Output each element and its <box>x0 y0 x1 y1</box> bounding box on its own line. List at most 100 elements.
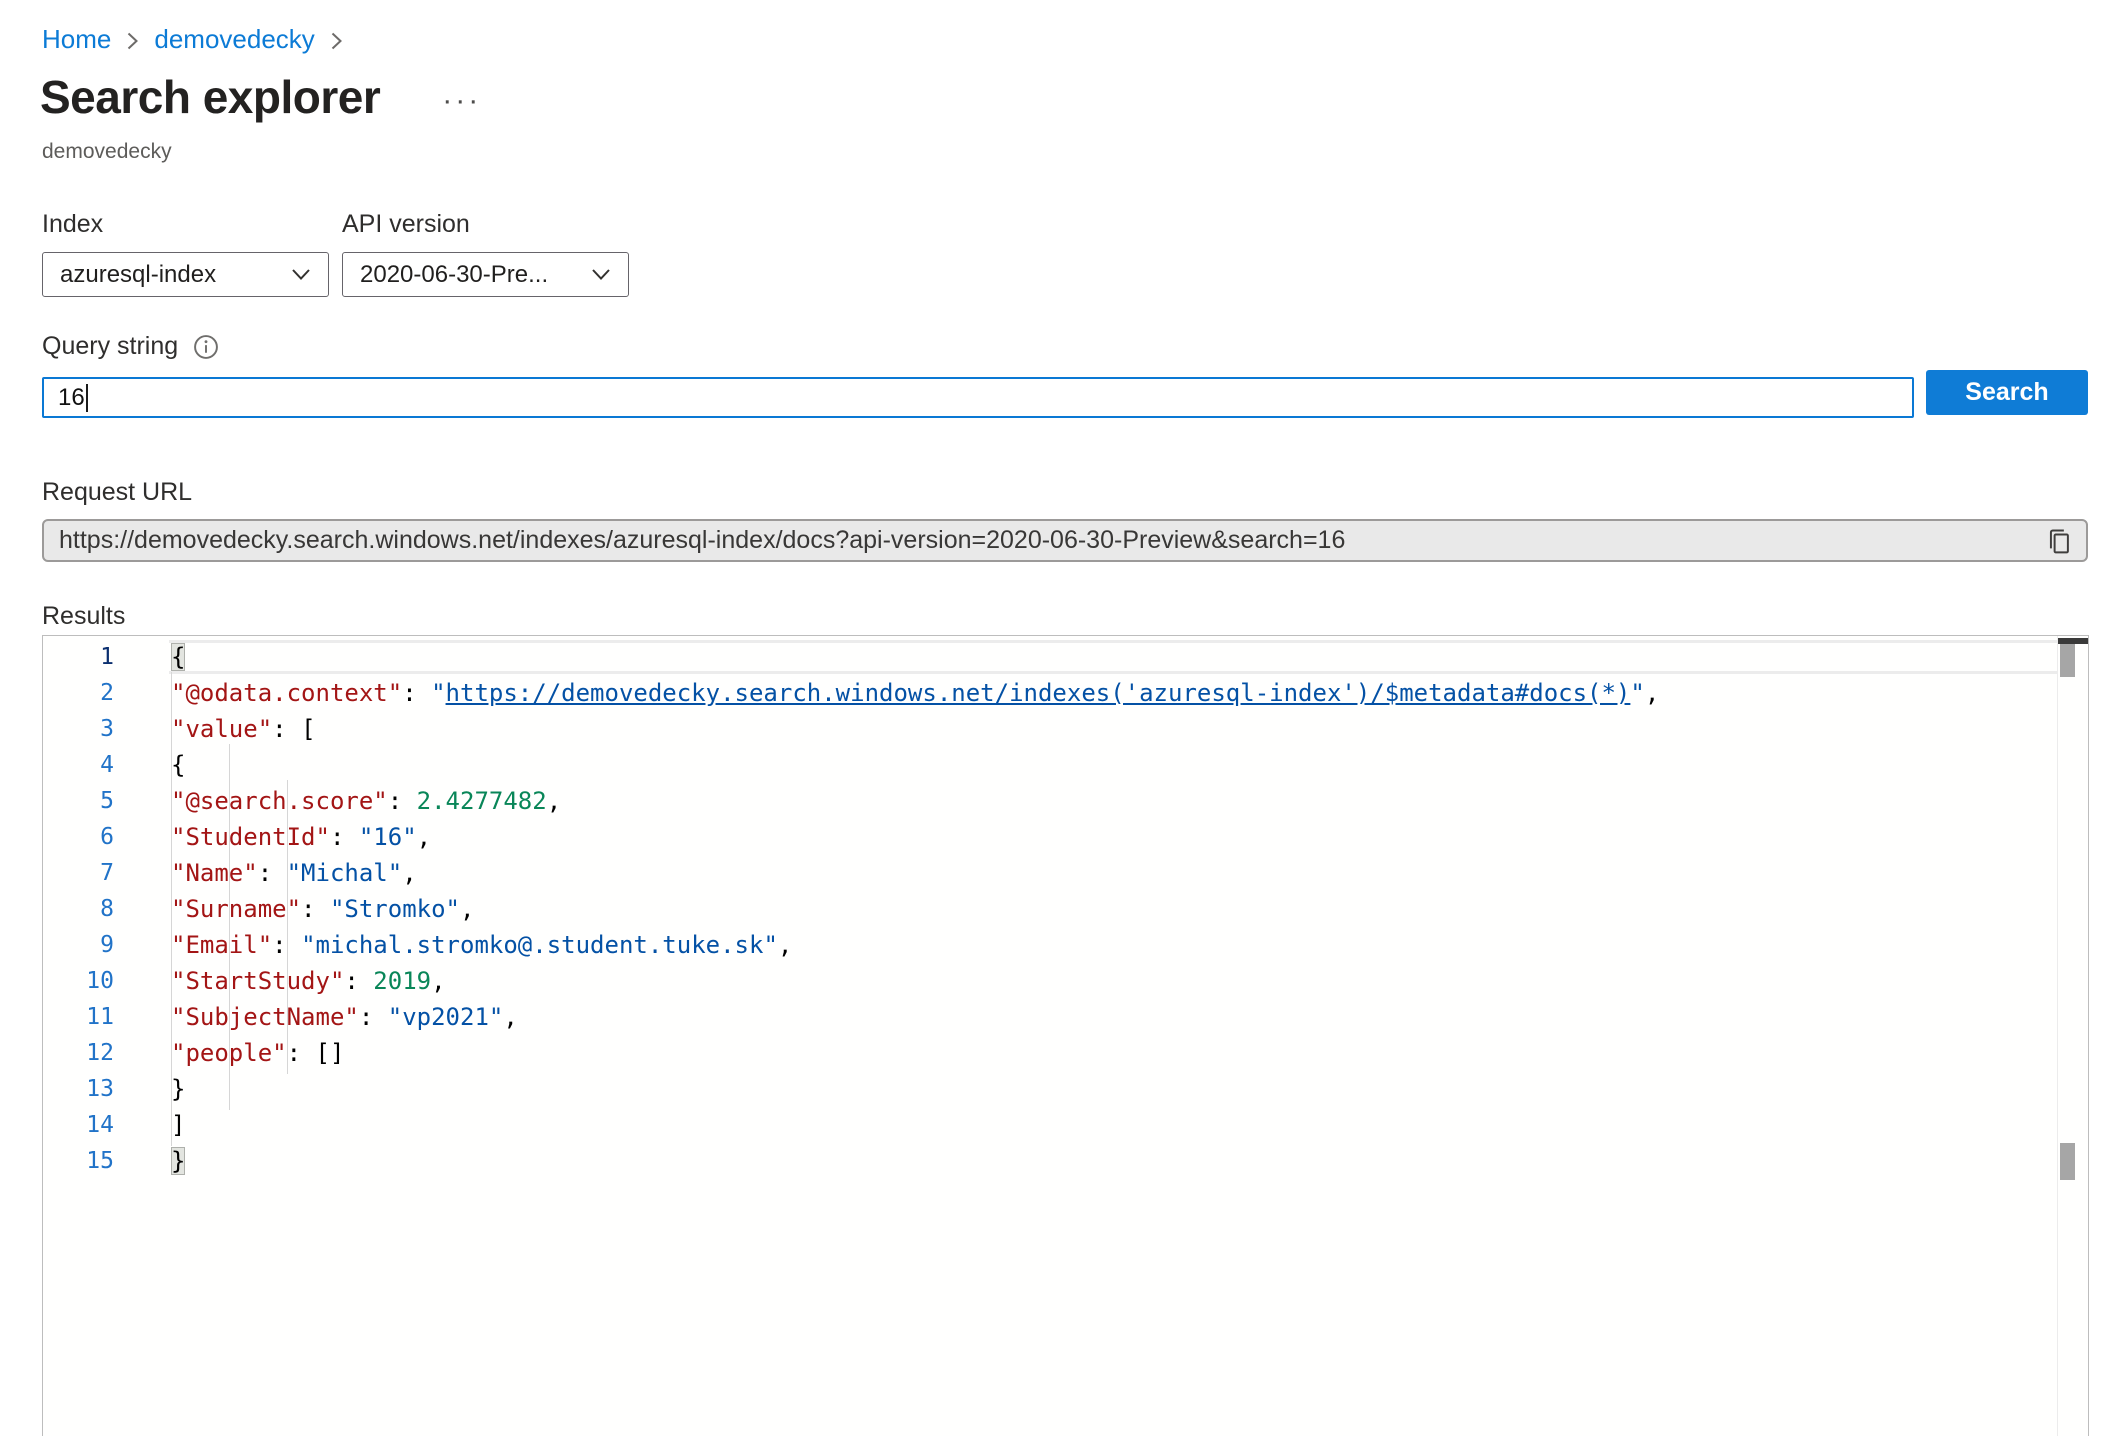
code-token: , <box>402 859 416 887</box>
code-token: "Surname" <box>171 895 301 923</box>
code-token: : <box>344 967 373 995</box>
code-token: "StudentId" <box>171 823 330 851</box>
search-button[interactable]: Search <box>1926 370 2088 415</box>
code-token: 2019 <box>373 967 431 995</box>
index-dropdown-value: azuresql-index <box>60 261 216 289</box>
code-token: , <box>417 823 431 851</box>
code-token: : <box>359 1003 388 1031</box>
request-url-field: https://demovedecky.search.windows.net/i… <box>42 519 2088 562</box>
line-number: 15 <box>43 1148 114 1174</box>
code-token: , <box>460 895 474 923</box>
code-line[interactable]: 5 "@search.score": 2.4277482, <box>43 783 2057 819</box>
code-lines: 1{2 "@odata.context": "https://demovedec… <box>43 639 2057 1179</box>
line-number: 13 <box>43 1076 114 1102</box>
code-token: https://demovedecky.search.windows.net/i… <box>446 679 1631 707</box>
code-token: , <box>431 967 445 995</box>
code-token: "vp2021" <box>388 1003 504 1031</box>
code-token: : <box>330 823 359 851</box>
api-version-dropdown[interactable]: 2020-06-30-Pre... <box>342 252 629 297</box>
line-number: 10 <box>43 968 114 994</box>
line-number: 14 <box>43 1112 114 1138</box>
code-line[interactable]: 8 "Surname": "Stromko", <box>43 891 2057 927</box>
code-token: [ <box>301 715 315 743</box>
results-label: Results <box>42 602 125 631</box>
query-string-label: Query string <box>42 332 178 361</box>
code-token: " <box>431 679 445 707</box>
index-dropdown[interactable]: azuresql-index <box>42 252 329 297</box>
code-token: "Michal" <box>287 859 403 887</box>
code-token: : <box>402 679 431 707</box>
code-line[interactable]: 1{ <box>43 639 2057 675</box>
line-number: 7 <box>43 860 114 886</box>
matched-bracket: { <box>171 643 185 671</box>
code-token: , <box>547 787 561 815</box>
line-number: 6 <box>43 824 114 850</box>
code-token: : <box>301 895 330 923</box>
line-number: 1 <box>43 644 114 670</box>
indent-guide <box>287 1032 288 1074</box>
code-token: "michal.stromko@.student.tuke.sk" <box>301 931 778 959</box>
code-line[interactable]: 15} <box>43 1143 2057 1179</box>
code-line[interactable]: 3 "value": [ <box>43 711 2057 747</box>
chevron-down-icon <box>591 268 611 281</box>
code-token: "Stromko" <box>330 895 460 923</box>
chevron-right-icon <box>126 29 139 51</box>
page-title: Search explorer <box>40 70 380 124</box>
chevron-down-icon <box>291 268 311 281</box>
chevron-right-icon <box>330 29 343 51</box>
code-token: : <box>258 859 287 887</box>
index-label: Index <box>42 210 103 239</box>
indent-guide <box>171 1104 172 1146</box>
code-token: "StartStudy" <box>171 967 344 995</box>
line-number: 9 <box>43 932 114 958</box>
code-line[interactable]: 11 "SubjectName": "vp2021", <box>43 999 2057 1035</box>
code-line[interactable]: 4 { <box>43 747 2057 783</box>
scrollbar-thumb[interactable] <box>2060 644 2075 677</box>
code-token: , <box>1645 679 1659 707</box>
blade-subtitle: demovedecky <box>42 140 172 164</box>
code-line[interactable]: 10 "StartStudy": 2019, <box>43 963 2057 999</box>
line-number: 12 <box>43 1040 114 1066</box>
breadcrumb-link-home[interactable]: Home <box>42 24 111 55</box>
code-token: { <box>171 751 185 779</box>
line-number: 4 <box>43 752 114 778</box>
code-token: " <box>1630 679 1644 707</box>
api-version-dropdown-value: 2020-06-30-Pre... <box>360 261 548 289</box>
code-token: } <box>171 1075 185 1103</box>
query-input[interactable]: 16 <box>42 377 1914 418</box>
line-number: 11 <box>43 1004 114 1030</box>
code-token: : <box>388 787 417 815</box>
request-url-label: Request URL <box>42 478 192 507</box>
results-editor[interactable]: 1{2 "@odata.context": "https://demovedec… <box>42 635 2089 1436</box>
info-icon[interactable] <box>193 334 219 360</box>
query-input-value: 16 <box>58 384 85 412</box>
code-token: ] <box>171 1111 185 1139</box>
editor-scrollbar[interactable] <box>2057 636 2088 1436</box>
scrollbar-thumb[interactable] <box>2060 1143 2075 1180</box>
code-line[interactable]: 6 "StudentId": "16", <box>43 819 2057 855</box>
code-token: "@search.score" <box>171 787 388 815</box>
code-token: "value" <box>171 715 272 743</box>
code-token: : <box>287 1039 316 1067</box>
copy-icon[interactable] <box>2045 527 2073 557</box>
code-token: 2.4277482 <box>417 787 547 815</box>
code-token: : <box>272 715 301 743</box>
api-version-label: API version <box>342 210 470 239</box>
code-token: , <box>503 1003 517 1031</box>
code-token: "16" <box>359 823 417 851</box>
code-line[interactable]: 12 "people": [] <box>43 1035 2057 1071</box>
code-token: "SubjectName" <box>171 1003 359 1031</box>
code-token: [] <box>316 1039 345 1067</box>
code-line[interactable]: 14 ] <box>43 1107 2057 1143</box>
breadcrumb-link-demovedecky[interactable]: demovedecky <box>154 24 314 55</box>
code-token: "Email" <box>171 931 272 959</box>
breadcrumb: Home demovedecky <box>42 24 343 55</box>
code-line[interactable]: 13 } <box>43 1071 2057 1107</box>
code-token: "Name" <box>171 859 258 887</box>
ellipsis-icon[interactable]: ··· <box>442 86 481 124</box>
code-line[interactable]: 2 "@odata.context": "https://demovedecky… <box>43 675 2057 711</box>
code-line[interactable]: 9 "Email": "michal.stromko@.student.tuke… <box>43 927 2057 963</box>
line-number: 3 <box>43 716 114 742</box>
code-line[interactable]: 7 "Name": "Michal", <box>43 855 2057 891</box>
indent-guide <box>229 1068 230 1110</box>
